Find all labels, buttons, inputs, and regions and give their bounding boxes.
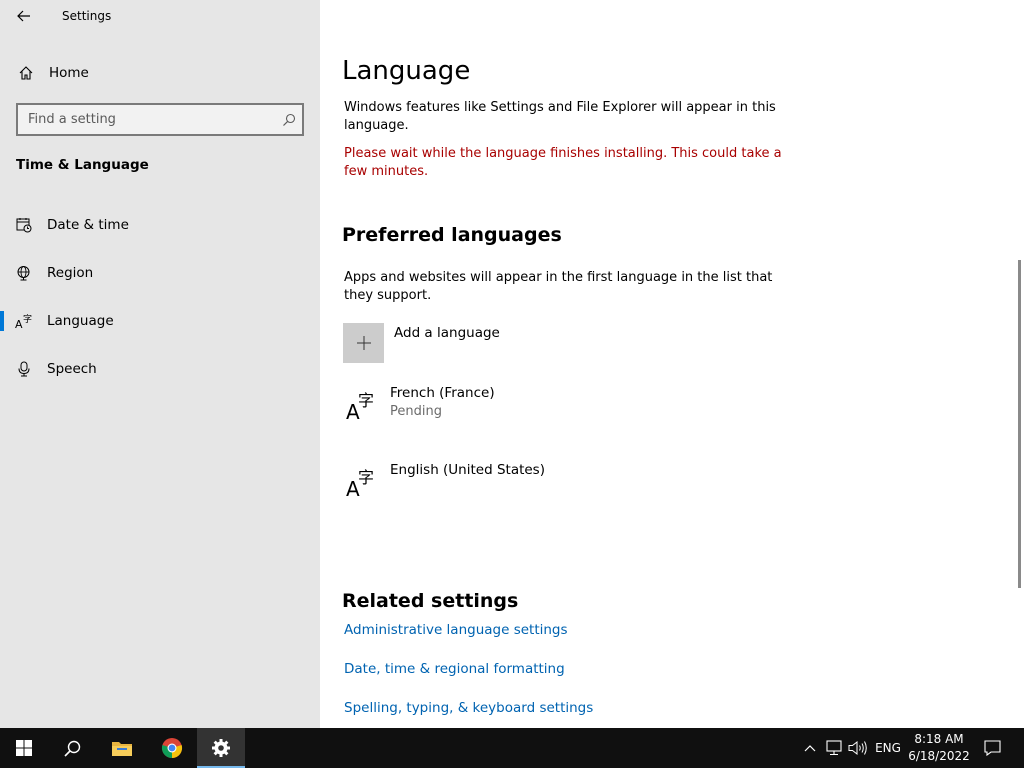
related-settings-heading: Related settings — [342, 590, 519, 612]
chrome-button[interactable] — [148, 728, 196, 768]
settings-taskbar-button[interactable] — [197, 728, 245, 768]
show-hidden-icons-button[interactable] — [800, 728, 820, 768]
sidebar-item-label: Speech — [47, 361, 97, 377]
language-description: Windows features like Settings and File … — [344, 100, 776, 133]
sidebar-item-label: Language — [47, 313, 114, 329]
notification-icon — [983, 740, 1001, 756]
add-language-button[interactable]: Add a language — [343, 323, 643, 363]
language-icon: A 字 — [346, 391, 374, 423]
taskbar: ENG 8:18 AM 6/18/2022 — [0, 728, 1024, 768]
windows-logo-icon — [16, 740, 32, 756]
link-administrative-language-settings[interactable]: Administrative language settings — [344, 622, 568, 638]
app-title: Settings — [62, 9, 112, 23]
add-tile — [343, 323, 384, 363]
network-icon — [826, 740, 842, 756]
svg-text:字: 字 — [358, 391, 374, 410]
svg-text:A: A — [15, 318, 23, 329]
back-button[interactable] — [8, 0, 40, 32]
volume-button[interactable] — [847, 728, 869, 768]
chevron-up-icon — [804, 745, 816, 752]
add-language-label: Add a language — [394, 325, 500, 341]
sidebar-item-speech[interactable]: Speech — [0, 349, 320, 389]
nav-home[interactable]: Home — [0, 57, 320, 89]
language-item-french[interactable]: A 字 French (France) Pending — [343, 385, 743, 435]
gear-icon — [212, 739, 230, 757]
search-icon — [63, 740, 80, 757]
page-title: Language — [342, 56, 471, 86]
network-button[interactable] — [824, 728, 846, 768]
sidebar-item-date-time[interactable]: Date & time — [0, 205, 320, 245]
nav-home-label: Home — [49, 65, 89, 81]
sidebar-item-region[interactable]: Region — [0, 253, 320, 293]
action-center-button[interactable] — [978, 728, 1006, 768]
clock-date: 6/18/2022 — [908, 749, 970, 763]
sidebar-item-label: Date & time — [47, 217, 129, 233]
install-warning: Please wait while the language finishes … — [344, 146, 782, 179]
scrollbar-thumb[interactable] — [1018, 260, 1021, 588]
language-name: English (United States) — [390, 462, 545, 478]
back-arrow-icon — [17, 10, 30, 22]
globe-icon — [15, 264, 33, 282]
clock[interactable]: 8:18 AM 6/18/2022 — [906, 731, 972, 765]
search-icon[interactable] — [282, 112, 296, 126]
language-icon: A 字 — [346, 468, 374, 500]
svg-text:字: 字 — [23, 313, 32, 325]
language-name: French (France) — [390, 385, 495, 401]
language-item-english[interactable]: A 字 English (United States) — [343, 462, 743, 512]
microphone-icon — [15, 360, 33, 378]
date-time-icon — [15, 216, 33, 234]
home-icon — [17, 64, 35, 82]
preferred-languages-heading: Preferred languages — [342, 224, 562, 246]
start-button[interactable] — [0, 728, 48, 768]
volume-icon — [848, 740, 867, 756]
plus-icon — [356, 336, 371, 350]
search-input[interactable] — [18, 105, 273, 134]
svg-text:字: 字 — [358, 468, 374, 487]
chrome-icon — [161, 738, 183, 759]
settings-window: Settings Home Time & Language — [0, 0, 1024, 728]
language-indicator: ENG — [875, 741, 901, 755]
link-date-time-regional-formatting[interactable]: Date, time & regional formatting — [344, 661, 565, 677]
file-explorer-button[interactable] — [98, 728, 146, 768]
preferred-languages-description: Apps and websites will appear in the fir… — [344, 270, 773, 303]
sidebar-item-label: Region — [47, 265, 94, 281]
folder-icon — [112, 742, 132, 756]
clock-time: 8:18 AM — [914, 732, 964, 746]
link-spelling-typing-keyboard[interactable]: Spelling, typing, & keyboard settings — [344, 700, 593, 716]
search-box — [16, 103, 304, 136]
taskbar-search-button[interactable] — [48, 728, 96, 768]
sidebar-item-language[interactable]: A 字 Language — [0, 301, 320, 341]
sidebar: Settings Home Time & Language — [0, 0, 320, 728]
language-status: Pending — [390, 404, 442, 419]
language-icon: A 字 — [15, 312, 33, 330]
input-language-button[interactable]: ENG — [872, 728, 904, 768]
section-title: Time & Language — [16, 157, 149, 173]
main-content: Language Windows features like Settings … — [320, 0, 1024, 728]
